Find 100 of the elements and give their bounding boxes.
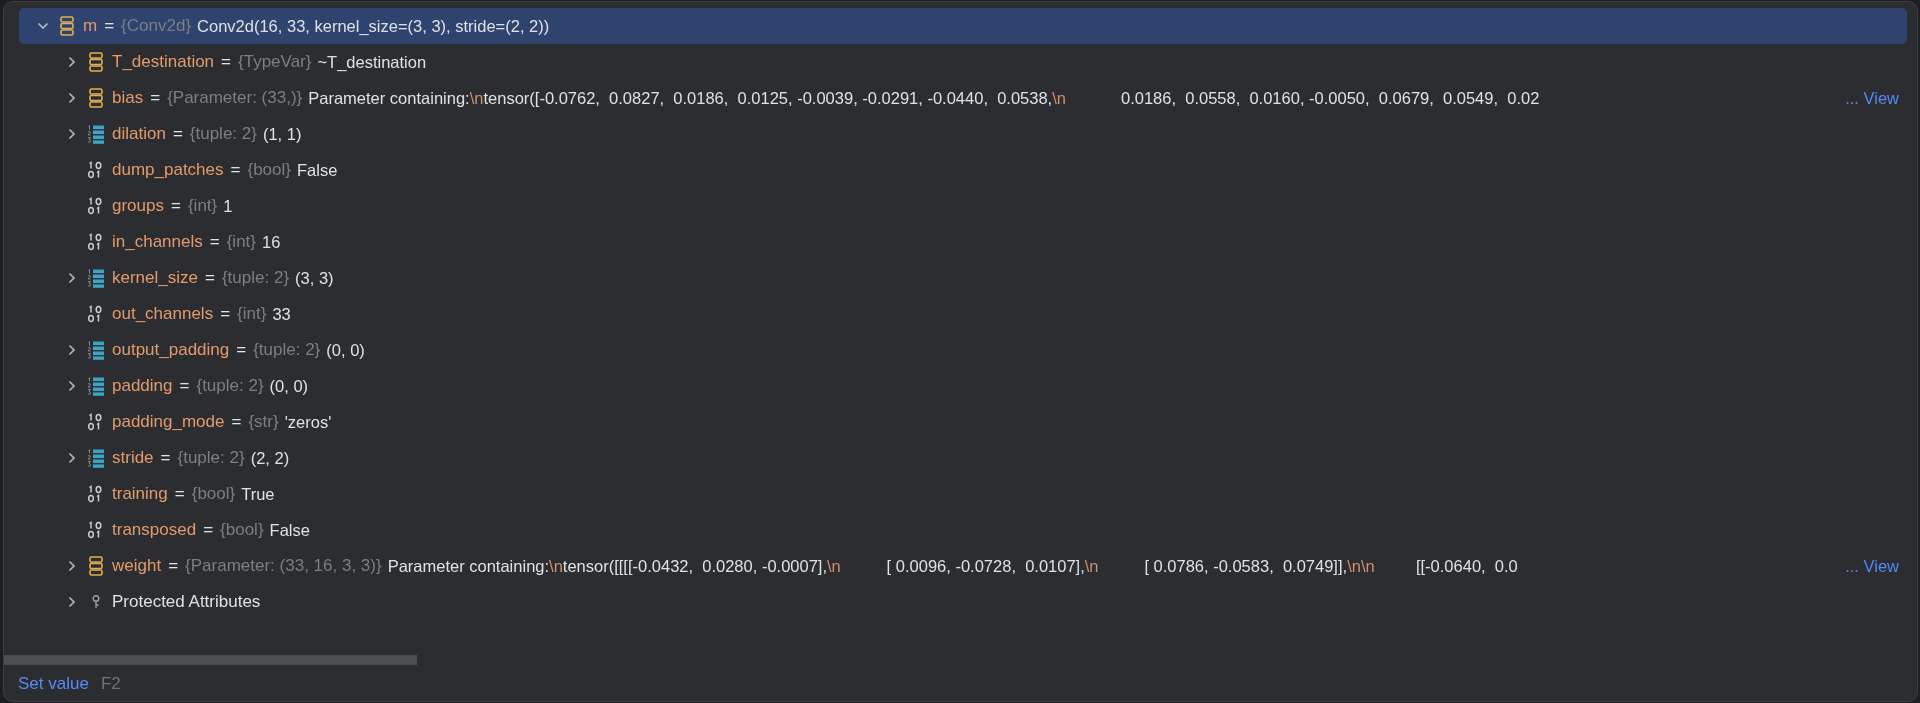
type-label: {int}	[187, 196, 218, 216]
tree-row[interactable]: Protected Attributes	[19, 584, 1907, 620]
equals-sign: =	[203, 520, 214, 540]
equals-sign: =	[168, 556, 179, 576]
equals-sign: =	[209, 232, 220, 252]
type-label: {tuple: 2}	[177, 448, 245, 468]
shortcut-hint: F2	[100, 674, 121, 694]
variable-value: 'zeros'	[284, 412, 332, 432]
binary-icon	[87, 521, 105, 539]
variable-value: Parameter containing:\ntensor([[[[-0.0432, 0.0280, -0.0007],\n [ 0.0096, -0.0728, 0.0107],\n [ 0.0786, -0.0583, 0.0749]],\n\n [[-0.0640, 0.0	[387, 556, 1518, 576]
variable-name: padding_mode	[112, 412, 225, 432]
type-label: {Parameter: (33,)}	[167, 88, 303, 108]
equals-sign: =	[231, 412, 242, 432]
type-label: {bool}	[220, 520, 264, 540]
tree-row[interactable]: m = {Conv2d} Conv2d(16, 33, kernel_size=(3, 3), stride=(2, 2))	[19, 8, 1907, 44]
tree-row[interactable]: output_padding = {tuple: 2} (0, 0)	[19, 332, 1907, 368]
tree-row[interactable]: padding_mode = {str} 'zeros'	[19, 404, 1907, 440]
tree-row[interactable]: weight = {Parameter: (33, 16, 3, 3)} Parameter containing:\ntensor([[[[-0.0432, 0.0280, -0.0007],\n [ 0.0096, -0.0728, 0.0107],\n [ 0.0786, -0.0583, 0.0749]],\n\n [[-0.0640, 0.0 ... View	[19, 548, 1907, 584]
list-icon	[87, 340, 105, 360]
equals-sign: =	[171, 196, 181, 216]
equals-sign: =	[104, 16, 115, 36]
variable-value: (3, 3)	[295, 268, 334, 288]
scrollbar-thumb[interactable]	[4, 655, 417, 665]
type-label: {Parameter: (33, 16, 3, 3)}	[185, 556, 382, 576]
binary-icon	[87, 485, 105, 503]
variable-name: kernel_size	[112, 268, 198, 288]
object-icon	[88, 555, 104, 577]
tree-row[interactable]: kernel_size = {tuple: 2} (3, 3)	[19, 260, 1907, 296]
variable-name: bias	[112, 88, 144, 108]
binary-icon	[87, 305, 105, 323]
tree-row[interactable]: in_channels = {int} 16	[19, 224, 1907, 260]
tree-row[interactable]: padding = {tuple: 2} (0, 0)	[19, 368, 1907, 404]
tree-row[interactable]: bias = {Parameter: (33,)} Parameter containing:\ntensor([-0.0762, 0.0827, 0.0186, 0.0125, -0.0039, -0.0291, -0.0440, 0.0538,\n 0.0186, 0.0558, 0.0160, -0.0050, 0.0679, 0.0549, 0.02 ... View	[19, 80, 1907, 116]
binary-icon	[87, 233, 105, 251]
tree-row[interactable]: stride = {tuple: 2} (2, 2)	[19, 440, 1907, 476]
binary-icon	[87, 161, 105, 179]
equals-sign: =	[205, 268, 215, 288]
binary-icon	[87, 197, 105, 215]
object-icon	[59, 15, 75, 37]
type-label: {int}	[237, 304, 267, 324]
view-link[interactable]: ... View	[1841, 88, 1907, 108]
object-icon	[88, 87, 104, 109]
variable-value: True	[241, 484, 275, 504]
variable-name: Protected Attributes	[112, 592, 261, 612]
variable-value: 16	[262, 232, 281, 252]
tree-row[interactable]: dilation = {tuple: 2} (1, 1)	[19, 116, 1907, 152]
type-label: {str}	[248, 412, 279, 432]
variable-value: (0, 0)	[326, 340, 365, 360]
variable-name: dump_patches	[112, 160, 224, 180]
variable-value: (2, 2)	[250, 448, 290, 468]
variable-value: False	[269, 520, 310, 540]
equals-sign: =	[179, 376, 190, 396]
variable-value: Conv2d(16, 33, kernel_size=(3, 3), stride=(2, 2))	[197, 16, 550, 36]
variable-name: m	[83, 16, 98, 36]
binary-icon	[87, 413, 105, 431]
variable-name: groups	[112, 196, 164, 216]
object-icon	[88, 51, 104, 73]
equals-sign: =	[160, 448, 171, 468]
tree-row[interactable]: T_destination = {TypeVar} ~T_destination	[19, 44, 1907, 80]
type-label: {int}	[226, 232, 256, 252]
equals-sign: =	[174, 484, 185, 504]
type-label: {tuple: 2}	[221, 268, 290, 288]
equals-sign: =	[220, 304, 231, 324]
list-icon	[87, 376, 105, 396]
equals-sign: =	[236, 340, 247, 360]
variable-name: dilation	[112, 124, 166, 144]
equals-sign: =	[172, 124, 183, 144]
variable-name: T_destination	[112, 52, 215, 72]
tree-row[interactable]: out_channels = {int} 33	[19, 296, 1907, 332]
type-label: {tuple: 2}	[253, 340, 321, 360]
equals-sign: =	[150, 88, 161, 108]
variable-value: 33	[272, 304, 291, 324]
tree-row[interactable]: training = {bool} True	[19, 476, 1907, 512]
set-value-link[interactable]: Set value	[18, 674, 89, 694]
variable-name: transposed	[112, 520, 197, 540]
tree-row[interactable]: groups = {int} 1	[19, 188, 1907, 224]
key-icon	[91, 594, 101, 610]
equals-sign: =	[221, 52, 231, 72]
tree-row[interactable]: transposed = {bool} False	[19, 512, 1907, 548]
variable-name: weight	[112, 556, 162, 576]
variable-value: False	[296, 160, 338, 180]
list-icon	[87, 268, 105, 288]
variable-name: training	[112, 484, 168, 504]
variable-name: padding	[112, 376, 173, 396]
variable-value: ~T_destination	[317, 52, 427, 72]
type-label: {Conv2d}	[121, 16, 192, 36]
variable-value: (0, 0)	[269, 376, 309, 396]
list-icon	[87, 124, 105, 144]
type-label: {tuple: 2}	[189, 124, 257, 144]
variable-name: output_padding	[112, 340, 230, 360]
equals-sign: =	[230, 160, 241, 180]
variable-name: stride	[112, 448, 154, 468]
type-label: {TypeVar}	[238, 52, 312, 72]
view-link[interactable]: ... View	[1841, 556, 1907, 576]
variable-name: out_channels	[112, 304, 214, 324]
tree-row[interactable]: dump_patches = {bool} False	[19, 152, 1907, 188]
type-label: {bool}	[247, 160, 291, 180]
type-label: {tuple: 2}	[196, 376, 264, 396]
variable-value: 1	[223, 196, 233, 216]
variable-value: (1, 1)	[262, 124, 302, 144]
